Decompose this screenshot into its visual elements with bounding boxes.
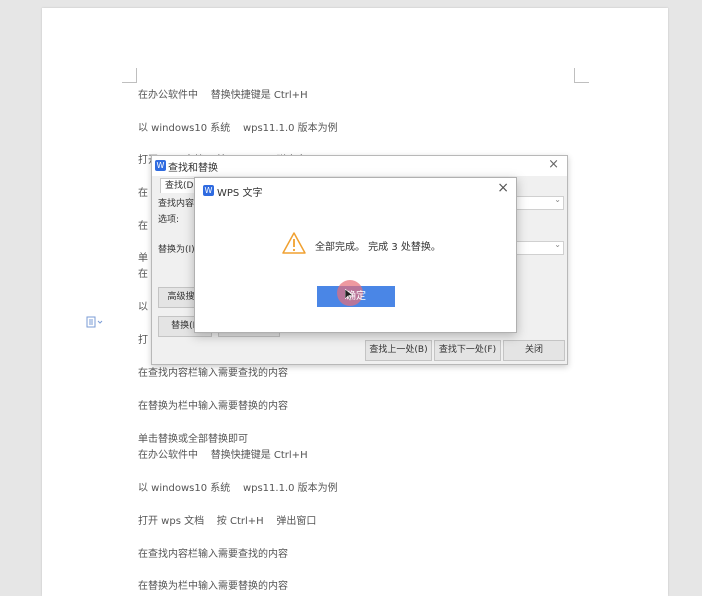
ok-button[interactable]: 确定: [317, 280, 395, 307]
document-line: 在查找内容栏输入需要查找的内容: [138, 549, 288, 560]
wps-message-box: W WPS 文字 × 全部完成。 完成 3 处替换。 确定: [194, 177, 517, 333]
document-line: 以 windows10 系统 wps11.1.0 版本为例: [138, 483, 338, 494]
document-line: 以 windows10 系统 wps11.1.0 版本为例: [138, 123, 338, 134]
close-icon[interactable]: ×: [497, 180, 509, 196]
document-line: 以: [138, 302, 148, 313]
find-previous-button[interactable]: 查找上一处(B): [365, 340, 432, 361]
document-line: 单: [138, 253, 148, 264]
document-line: 单击替换或全部替换即可: [138, 434, 248, 445]
close-icon[interactable]: ×: [548, 157, 559, 172]
document-line: 在办公软件中 替换快捷键是 Ctrl+H: [138, 90, 308, 101]
replace-with-label: 替换为(I): [158, 245, 195, 255]
document-line: 在替换为栏中输入需要替换的内容: [138, 581, 288, 592]
document-line: 在: [138, 188, 148, 199]
wps-logo-icon: W: [155, 160, 166, 171]
find-next-button[interactable]: 查找下一处(F): [434, 340, 501, 361]
wps-logo-icon: W: [203, 185, 214, 196]
find-content-label: 查找内容: [158, 199, 195, 209]
mouse-cursor-icon: [345, 289, 353, 301]
document-line: 在查找内容栏输入需要查找的内容: [138, 368, 288, 379]
chevron-down-icon[interactable]: ⌄: [554, 240, 561, 249]
document-line: 在办公软件中 替换快捷键是 Ctrl+H: [138, 450, 308, 461]
find-replace-titlebar[interactable]: W 查找和替换 ×: [152, 156, 567, 176]
message-text: 全部完成。 完成 3 处替换。: [315, 242, 441, 253]
document-line: 打: [138, 335, 148, 346]
find-replace-title: 查找和替换: [168, 163, 218, 174]
close-button[interactable]: 关闭: [503, 340, 565, 361]
warning-icon: [281, 231, 307, 255]
document-line: 打开 wps 文档 按 Ctrl+H 弹出窗口: [138, 516, 317, 527]
crop-mark-top-left: [122, 68, 137, 83]
chevron-down-icon[interactable]: ⌄: [554, 195, 561, 204]
document-line: 在替换为栏中输入需要替换的内容: [138, 401, 288, 412]
document-line: 在: [138, 221, 148, 232]
options-label: 选项:: [158, 215, 180, 225]
crop-mark-top-right: [574, 68, 589, 83]
message-box-title: WPS 文字: [217, 188, 263, 199]
paragraph-layout-icon[interactable]: [86, 316, 103, 328]
document-line: 在: [138, 269, 148, 280]
